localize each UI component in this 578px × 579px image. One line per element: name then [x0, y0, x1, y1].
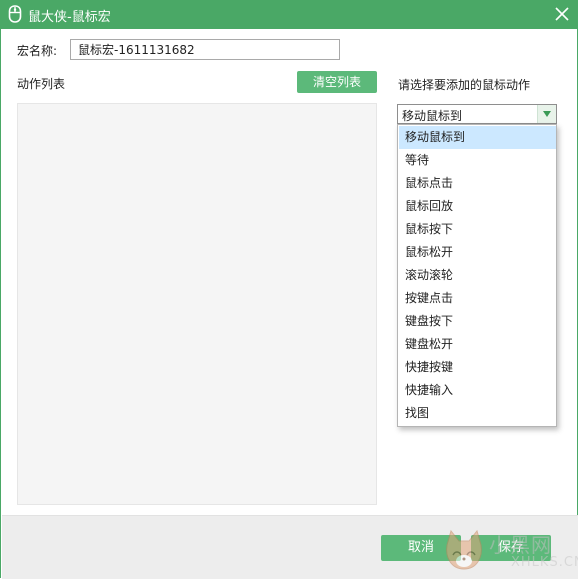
dropdown-arrow[interactable] — [537, 105, 556, 123]
dropdown-option[interactable]: 鼠标点击 — [399, 172, 556, 195]
dropdown-option[interactable]: 鼠标回放 — [399, 195, 556, 218]
dropdown-option[interactable]: 快捷按键 — [399, 356, 556, 379]
watermark: 小黑网 XHLKS.CN — [441, 525, 578, 578]
window-title: 鼠大侠-鼠标宏 — [28, 10, 111, 25]
action-select[interactable]: 移动鼠标到 — [397, 104, 557, 124]
dropdown-option[interactable]: 鼠标按下 — [399, 218, 556, 241]
dropdown-option[interactable]: 按键点击 — [399, 287, 556, 310]
dropdown-option[interactable]: 鼠标松开 — [399, 241, 556, 264]
close-icon[interactable] — [551, 3, 573, 25]
triangle-down-icon — [543, 111, 551, 117]
macro-name-label: 宏名称: — [17, 44, 58, 58]
watermark-text: 小黑网 — [489, 533, 552, 557]
action-list[interactable] — [17, 103, 377, 505]
action-select-value: 移动鼠标到 — [402, 109, 463, 123]
action-list-title: 动作列表 — [17, 77, 66, 91]
dropdown-option[interactable]: 键盘按下 — [399, 310, 556, 333]
macro-name-input[interactable] — [70, 39, 340, 60]
title-bar[interactable]: 鼠大侠-鼠标宏 — [1, 0, 578, 29]
cat-logo-icon — [446, 529, 482, 570]
dropdown-option[interactable]: 找图 — [399, 402, 556, 425]
dropdown-option[interactable]: 等待 — [399, 149, 556, 172]
dropdown-option[interactable]: 快捷输入 — [399, 379, 556, 402]
action-dropdown-list: 移动鼠标到 等待 鼠标点击 鼠标回放 鼠标按下 鼠标松开 滚动滚轮 按键点击 键… — [397, 124, 557, 427]
macro-dialog-window: 鼠大侠-鼠标宏 宏名称: 动作列表 清空列表 请选择要添加的鼠标动作 移动鼠标到… — [0, 0, 578, 579]
watermark-subtext: XHLKS.CN — [511, 555, 578, 570]
mouse-icon — [8, 5, 22, 23]
dropdown-option[interactable]: 键盘松开 — [399, 333, 556, 356]
dropdown-option[interactable]: 滚动滚轮 — [399, 264, 556, 287]
action-picker-title: 请选择要添加的鼠标动作 — [398, 78, 531, 92]
clear-list-button[interactable]: 清空列表 — [297, 71, 377, 93]
dropdown-option[interactable]: 移动鼠标到 — [399, 126, 556, 149]
